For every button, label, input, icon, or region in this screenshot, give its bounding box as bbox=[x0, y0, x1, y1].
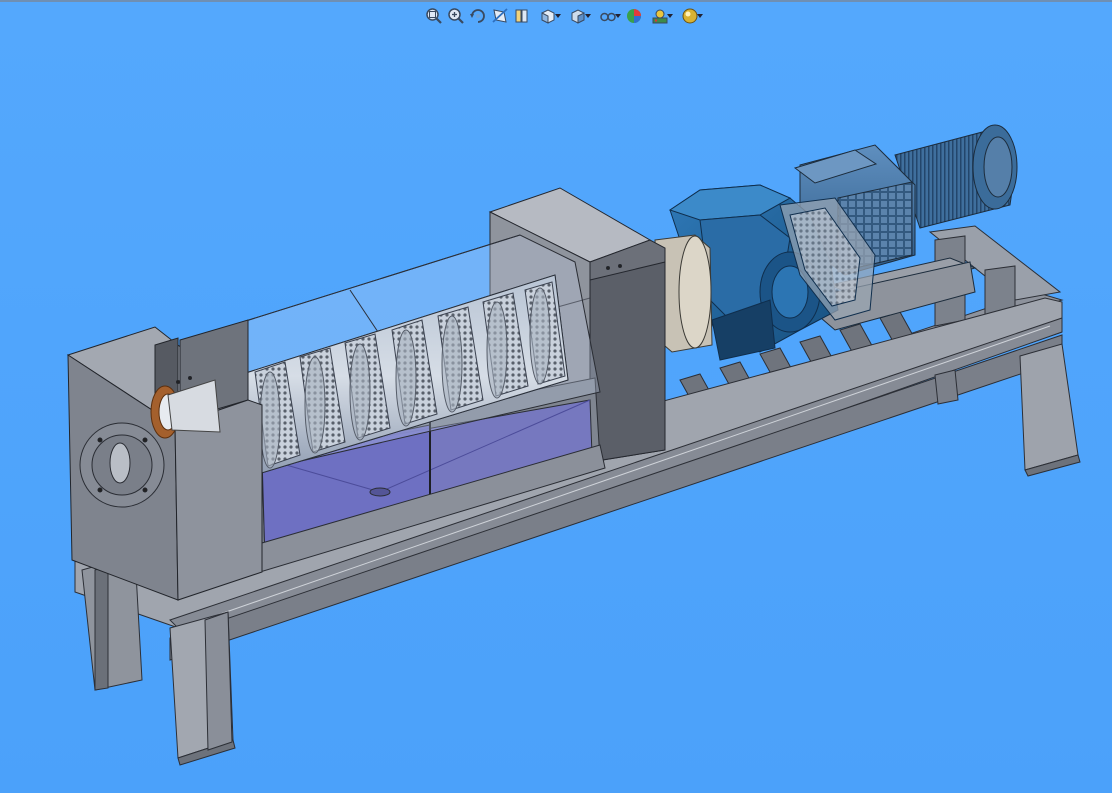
chevron-down-icon bbox=[555, 14, 561, 18]
graphics-viewport[interactable] bbox=[0, 0, 1112, 793]
chevron-down-icon bbox=[697, 14, 703, 18]
view-orientation-button[interactable] bbox=[534, 5, 562, 27]
edit-appearance-icon bbox=[627, 9, 641, 23]
zoom-to-area-button[interactable] bbox=[446, 5, 466, 27]
display-style-button[interactable] bbox=[564, 5, 592, 27]
dynamic-annotation-views-button[interactable] bbox=[512, 5, 532, 27]
inlet-housing bbox=[66, 319, 263, 601]
annotation-view-icon bbox=[515, 9, 528, 23]
assembly-model[interactable] bbox=[0, 0, 1112, 793]
chevron-down-icon bbox=[667, 14, 673, 18]
chevron-down-icon bbox=[615, 14, 621, 18]
previous-view-icon bbox=[470, 9, 485, 23]
apply-scene-button[interactable] bbox=[646, 5, 674, 27]
previous-view-button[interactable] bbox=[468, 5, 488, 27]
zoom-area-icon bbox=[448, 8, 464, 24]
heads-up-view-toolbar bbox=[424, 4, 704, 28]
zoom-fit-icon bbox=[426, 8, 442, 24]
section-view-icon bbox=[492, 8, 508, 23]
chevron-down-icon bbox=[585, 14, 591, 18]
view-settings-button[interactable] bbox=[676, 5, 704, 27]
hide-show-items-button[interactable] bbox=[594, 5, 622, 27]
edit-appearance-button[interactable] bbox=[624, 5, 644, 27]
section-view-button[interactable] bbox=[490, 5, 510, 27]
zoom-to-fit-button[interactable] bbox=[424, 5, 444, 27]
